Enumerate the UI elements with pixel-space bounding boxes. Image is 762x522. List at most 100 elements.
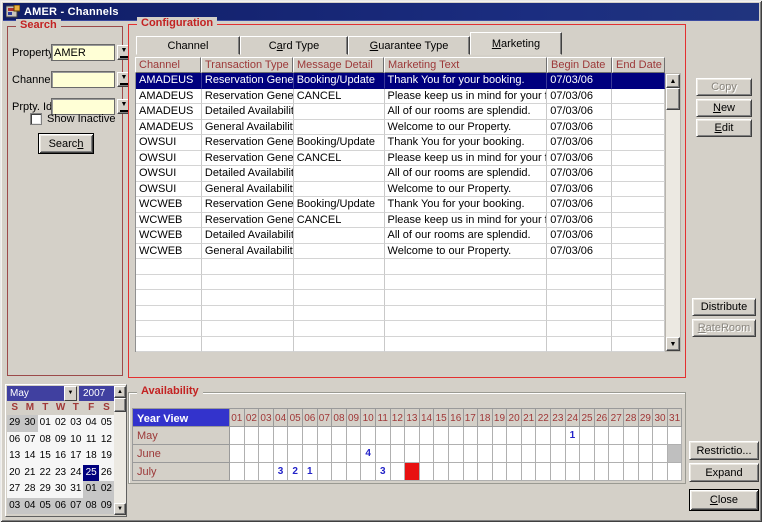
calendar-day[interactable]: 07	[68, 498, 83, 515]
availability-cell[interactable]	[303, 427, 318, 445]
table-row[interactable]: WCWEBReservation GeneralBooking/UpdateTh…	[136, 197, 665, 213]
availability-cell[interactable]	[464, 427, 479, 445]
availability-cell[interactable]	[230, 445, 245, 463]
availability-cell[interactable]	[332, 445, 347, 463]
calendar-day[interactable]: 17	[68, 448, 83, 465]
availability-cell[interactable]	[420, 445, 435, 463]
availability-cell[interactable]	[391, 463, 406, 481]
calendar-day[interactable]: 06	[7, 432, 22, 449]
calendar-day[interactable]: 01	[83, 481, 98, 498]
calendar-day[interactable]: 30	[53, 481, 68, 498]
table-row[interactable]: AMADEUSGeneral AvailabilityWelcome to ou…	[136, 120, 665, 136]
availability-cell[interactable]	[653, 445, 668, 463]
availability-cell[interactable]	[536, 427, 551, 445]
availability-cell[interactable]	[405, 463, 420, 481]
calendar-day[interactable]: 10	[68, 432, 83, 449]
availability-cell[interactable]	[347, 463, 362, 481]
calendar-day[interactable]: 20	[7, 465, 22, 482]
calendar-day[interactable]: 23	[53, 465, 68, 482]
calendar-day[interactable]: 02	[53, 415, 68, 432]
calendar-day[interactable]: 22	[38, 465, 53, 482]
availability-cell[interactable]	[507, 427, 522, 445]
copy-button[interactable]: Copy	[696, 78, 752, 96]
calendar-day[interactable]: 01	[38, 415, 53, 432]
calendar-day[interactable]: 31	[68, 481, 83, 498]
close-button[interactable]: Close	[689, 489, 759, 511]
table-vertical-scrollbar[interactable]: ▲ ▼	[665, 73, 681, 352]
calendar-day[interactable]: 29	[7, 415, 22, 432]
calendar-day[interactable]: 08	[38, 432, 53, 449]
calendar-day[interactable]: 24	[68, 465, 83, 482]
calendar-day[interactable]: 14	[22, 448, 37, 465]
availability-cell[interactable]	[405, 427, 420, 445]
availability-cell[interactable]	[449, 427, 464, 445]
availability-cell[interactable]	[405, 445, 420, 463]
availability-cell[interactable]	[551, 427, 566, 445]
availability-cell[interactable]	[245, 463, 260, 481]
availability-cell[interactable]	[624, 445, 639, 463]
calendar-year-field[interactable]: 2007	[79, 386, 114, 401]
property-input[interactable]	[51, 44, 115, 61]
tab-card-type[interactable]: Card Type	[240, 36, 348, 55]
availability-cell[interactable]	[507, 463, 522, 481]
availability-cell[interactable]	[464, 445, 479, 463]
channel-input[interactable]	[51, 71, 115, 88]
calendar-day-selected[interactable]: 25	[83, 465, 98, 482]
availability-cell[interactable]	[420, 463, 435, 481]
availability-cell[interactable]	[347, 445, 362, 463]
calendar-day[interactable]: 07	[22, 432, 37, 449]
table-row[interactable]: WCWEBReservation GeneralCANCELPlease kee…	[136, 213, 665, 229]
tab-marketing[interactable]: Marketing	[470, 32, 562, 55]
calendar-day[interactable]: 19	[99, 448, 114, 465]
table-row[interactable]: OWSUIReservation GeneralBooking/UpdateTh…	[136, 135, 665, 151]
calendar-day[interactable]: 06	[53, 498, 68, 515]
availability-cell[interactable]	[624, 427, 639, 445]
availability-cell[interactable]	[580, 463, 595, 481]
titlebar[interactable]: AMER - Channels	[3, 3, 759, 21]
table-row[interactable]: WCWEBDetailed AvailabilityAll of our roo…	[136, 228, 665, 244]
table-row[interactable]: OWSUIGeneral AvailabilityWelcome to our …	[136, 182, 665, 198]
restrictions-button[interactable]: Restrictio...	[689, 441, 759, 460]
table-row[interactable]: AMADEUSReservation GeneralCANCELPlease k…	[136, 89, 665, 105]
availability-cell[interactable]	[318, 445, 333, 463]
availability-cell[interactable]	[653, 463, 668, 481]
availability-cell[interactable]	[609, 445, 624, 463]
availability-cell[interactable]	[245, 445, 260, 463]
availability-cell[interactable]	[318, 427, 333, 445]
availability-cell[interactable]	[245, 427, 260, 445]
availability-cell[interactable]	[580, 445, 595, 463]
calendar-day[interactable]: 03	[68, 415, 83, 432]
availability-cell[interactable]	[639, 445, 654, 463]
calendar-day[interactable]: 21	[22, 465, 37, 482]
availability-cell[interactable]	[668, 463, 683, 481]
availability-cell[interactable]	[259, 445, 274, 463]
calendar-day[interactable]: 13	[7, 448, 22, 465]
calendar-day[interactable]: 30	[22, 415, 37, 432]
calendar-day[interactable]: 28	[22, 481, 37, 498]
availability-cell[interactable]	[274, 427, 289, 445]
availability-cell[interactable]	[493, 445, 508, 463]
availability-cell[interactable]	[376, 427, 391, 445]
calendar-scrollbar[interactable]: ▲ ▼	[114, 386, 126, 515]
availability-cell[interactable]	[522, 445, 537, 463]
availability-cell[interactable]	[361, 463, 376, 481]
availability-cell[interactable]	[230, 463, 245, 481]
table-row[interactable]: AMADEUSReservation GeneralBooking/Update…	[136, 73, 665, 89]
availability-cell[interactable]	[478, 427, 493, 445]
table-row[interactable]	[136, 275, 665, 291]
availability-cell[interactable]	[434, 463, 449, 481]
availability-cell[interactable]	[507, 445, 522, 463]
availability-cell[interactable]	[595, 463, 610, 481]
expand-button[interactable]: Expand	[689, 463, 759, 482]
year-view-header[interactable]: Year View	[132, 408, 230, 427]
availability-cell[interactable]	[551, 463, 566, 481]
availability-cell[interactable]	[595, 445, 610, 463]
availability-cell[interactable]: 3	[376, 463, 391, 481]
calendar-day[interactable]: 12	[99, 432, 114, 449]
calendar-day[interactable]: 09	[99, 498, 114, 515]
availability-cell[interactable]	[522, 463, 537, 481]
availability-cell[interactable]: 1	[566, 427, 581, 445]
calendar-day[interactable]: 16	[53, 448, 68, 465]
show-inactive-checkbox[interactable]	[30, 113, 42, 125]
calendar-day[interactable]: 29	[38, 481, 53, 498]
